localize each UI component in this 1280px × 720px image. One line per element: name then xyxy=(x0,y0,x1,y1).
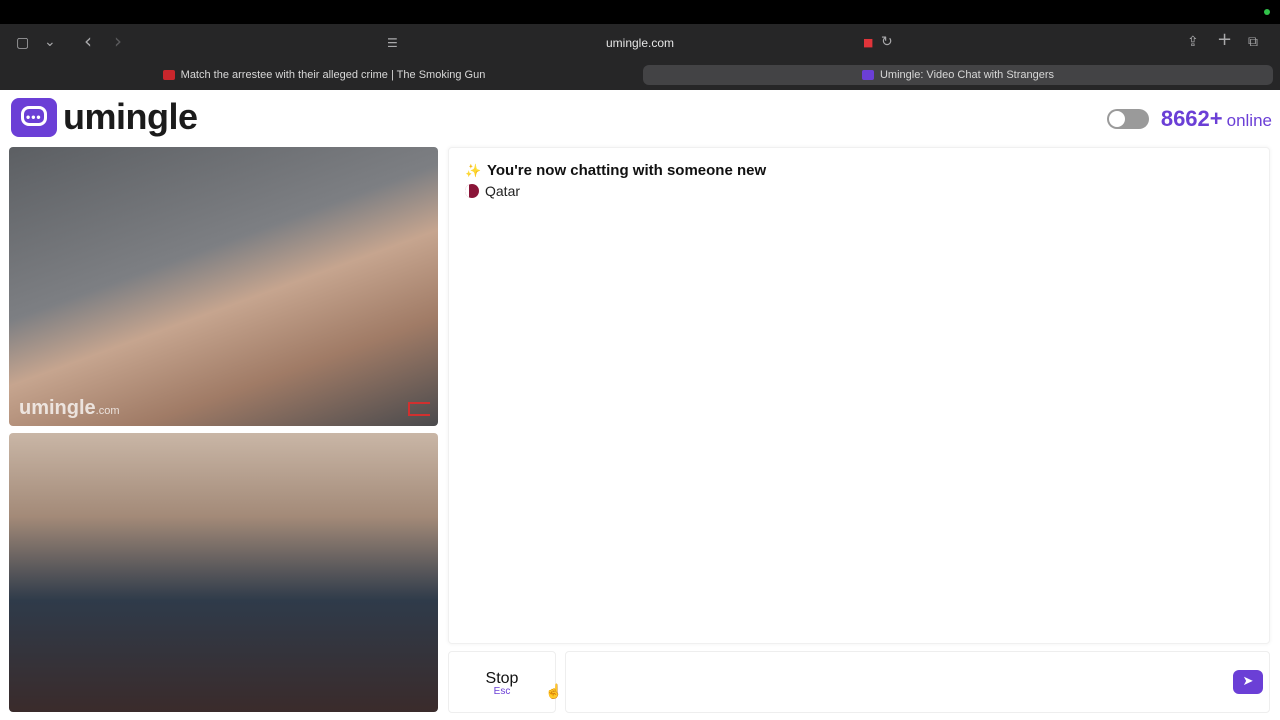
back-icon[interactable]: ‹ xyxy=(84,31,92,51)
toggle-knob xyxy=(1108,111,1125,127)
online-label: online xyxy=(1226,111,1272,130)
self-video xyxy=(9,433,438,712)
tab-title: Match the arrestee with their alleged cr… xyxy=(180,69,486,81)
report-flag-icon[interactable] xyxy=(408,402,430,416)
send-button[interactable]: ➤ xyxy=(1233,670,1263,694)
chat-intro-text: You're now chatting with someone new xyxy=(487,162,767,179)
address-bar[interactable]: umingle.com xyxy=(540,36,740,50)
online-counter: 8662+ online xyxy=(1106,106,1272,132)
share-icon[interactable]: ⇪ xyxy=(1187,34,1199,50)
menu-bar-strip xyxy=(0,0,1280,24)
sparkle-icon: ✨ xyxy=(465,162,482,178)
message-input[interactable] xyxy=(566,652,1216,712)
qatar-flag-icon xyxy=(465,184,479,198)
new-tab-icon[interactable]: + xyxy=(1217,31,1232,49)
tab-umingle[interactable]: Umingle: Video Chat with Strangers xyxy=(643,65,1273,85)
tab-title: Umingle: Video Chat with Strangers xyxy=(879,69,1055,81)
video-watermark: umingle.com xyxy=(19,397,120,419)
sidebar-icon[interactable]: ▢ xyxy=(16,35,29,51)
stop-shortcut: Esc xyxy=(493,686,511,697)
message-box[interactable]: ➤ xyxy=(565,651,1270,713)
reload-icon[interactable]: ↻ xyxy=(881,34,893,50)
system-message: ✨ You're now chatting with someone new Q… xyxy=(465,162,766,199)
hand-cursor-icon: ☝ xyxy=(545,683,563,699)
logo-text: umingle xyxy=(63,96,198,137)
tabs-overview-icon[interactable]: ⧉ xyxy=(1248,34,1258,50)
online-count: 8662+ xyxy=(1160,106,1223,131)
reader-icon[interactable]: ☰ xyxy=(387,35,398,51)
stranger-video: umingle.com xyxy=(9,147,438,426)
camera-icon[interactable]: ■ xyxy=(863,35,873,51)
site-logo[interactable]: ••• umingle xyxy=(11,96,198,138)
theme-toggle[interactable] xyxy=(1106,109,1149,129)
chat-log: ✨ You're now chatting with someone new Q… xyxy=(448,147,1270,644)
chat-bubble-icon: ••• xyxy=(11,97,57,137)
smoking-gun-favicon-icon xyxy=(162,70,175,80)
umingle-favicon-icon xyxy=(861,70,874,80)
forward-icon[interactable]: › xyxy=(114,31,122,51)
chevron-down-icon[interactable]: ⌄ xyxy=(44,34,56,50)
stop-button[interactable]: Stop Esc xyxy=(448,651,556,713)
camera-indicator-dot xyxy=(1264,9,1270,15)
stranger-country: Qatar xyxy=(485,183,521,199)
tab-smoking-gun[interactable]: Match the arrestee with their alleged cr… xyxy=(8,65,640,85)
umingle-page: ••• umingle 8662+ online umingle.com ✨ Y… xyxy=(0,90,1280,720)
